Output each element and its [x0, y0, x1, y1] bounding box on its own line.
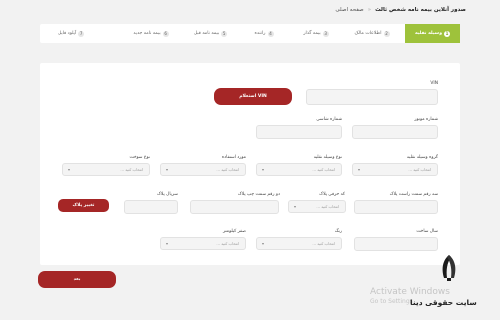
vehicle-group-label: گروه وسیله نقلیه [406, 155, 438, 160]
plate-letter-select[interactable]: انتخاب کنید ... [288, 200, 346, 213]
vin-inquiry-button[interactable]: استعلام VIN [214, 88, 292, 105]
select-placeholder: انتخاب کنید ... [312, 241, 335, 246]
vin-label: VIN [430, 81, 438, 86]
step-label: آپلود فایل [57, 31, 77, 36]
select-placeholder: انتخاب کنید ... [120, 167, 143, 172]
step-label: بیمه گذار [303, 31, 321, 36]
step-owner-info[interactable]: 2 اطلاعات مالک [343, 24, 401, 43]
vehicle-type-select[interactable]: انتخاب کنید ... [256, 163, 342, 176]
zero-km-label: صفر کیلومتر [222, 229, 246, 234]
step-label: راننده [254, 31, 266, 36]
plate-right-digits-label: سه رقم سمت راست پلاک [389, 192, 438, 197]
chevron-down-icon [262, 242, 264, 245]
engine-number-input[interactable] [352, 125, 438, 139]
vin-input[interactable] [306, 89, 438, 105]
chevron-down-icon [166, 168, 168, 171]
chevron-down-icon [166, 242, 168, 245]
step-number: 2 [383, 30, 390, 37]
breadcrumb-current: صدور آنلاین بیمه نامه شخص ثالث [375, 7, 466, 13]
breadcrumb: صدور آنلاین بیمه نامه شخص ثالث« صفحه اصلی [335, 7, 466, 13]
chevron-down-icon [358, 168, 360, 171]
select-placeholder: انتخاب کنید ... [408, 167, 431, 172]
step-policyholder[interactable]: 3 بیمه گذار [291, 24, 341, 43]
usage-label: مورد استفاده [221, 155, 246, 160]
step-label: بیمه نامه قبل [193, 31, 220, 36]
fuel-type-select[interactable]: انتخاب کنید ... [62, 163, 150, 176]
select-placeholder: انتخاب کنید ... [316, 204, 339, 209]
site-logo-text: سایت حقوقی دینا [410, 298, 477, 307]
engine-number-label: شماره موتور [414, 117, 438, 122]
step-label: اطلاعات مالک [354, 31, 382, 36]
step-number: 7 [78, 30, 85, 37]
step-number: 6 [162, 30, 169, 37]
year-input[interactable] [354, 237, 438, 251]
color-label: رنگ [334, 229, 342, 234]
plate-left-digits-input[interactable] [190, 200, 279, 214]
watermark-line1: Activate Windows [370, 287, 450, 297]
step-label: بیمه نامه جدید [133, 31, 161, 36]
wizard-step-bar: 1 وسیله نقلیه 2 اطلاعات مالک 3 بیمه گذار 4ر… [40, 24, 460, 43]
next-button[interactable]: بعد [38, 271, 116, 288]
step-label: وسیله نقلیه [414, 31, 443, 36]
chevron-down-icon [68, 168, 70, 171]
change-plate-button[interactable]: تغییر پلاک [58, 199, 109, 212]
vehicle-group-select[interactable]: انتخاب کنید ... [352, 163, 438, 176]
plate-letter-label: کد حرفی پلاک [319, 192, 345, 197]
step-number: 1 [444, 30, 451, 37]
vehicle-type-label: نوع وسیله نقلیه [313, 155, 342, 160]
plate-right-digits-input[interactable] [354, 200, 438, 214]
plate-left-digits-label: دو رقم سمت چپ پلاک [237, 192, 280, 197]
step-number: 3 [322, 30, 329, 37]
chassis-number-label: شماره شاسی [316, 117, 342, 122]
breadcrumb-separator: « [367, 7, 372, 13]
step-number: 5 [221, 30, 228, 37]
quill-pen-logo-icon [438, 254, 460, 282]
chevron-down-icon [262, 168, 264, 171]
plate-serial-input[interactable] [124, 200, 178, 214]
select-placeholder: انتخاب کنید ... [216, 241, 239, 246]
color-select[interactable]: انتخاب کنید ... [256, 237, 342, 250]
usage-select[interactable]: انتخاب کنید ... [160, 163, 246, 176]
select-placeholder: انتخاب کنید ... [216, 167, 239, 172]
chassis-number-input[interactable] [256, 125, 342, 139]
select-placeholder: انتخاب کنید ... [312, 167, 335, 172]
plate-serial-label: سریال پلاک [156, 192, 178, 197]
step-number: 4 [267, 30, 274, 37]
year-label: سال ساخت [416, 229, 438, 234]
zero-km-select[interactable]: انتخاب کنید ... [160, 237, 246, 250]
breadcrumb-home-link[interactable]: صفحه اصلی [335, 7, 363, 13]
step-file-upload[interactable]: 7 آپلود فایل [46, 24, 96, 43]
fuel-type-label: نوع سوخت [129, 155, 150, 160]
step-previous-policy[interactable]: 5 بیمه نامه قبل [183, 24, 238, 43]
step-driver[interactable]: 4 راننده [240, 24, 288, 43]
step-vehicle[interactable]: 1 وسیله نقلیه [405, 24, 460, 43]
chevron-down-icon [294, 205, 296, 208]
step-new-policy[interactable]: 6 بیمه نامه جدید [122, 24, 180, 43]
